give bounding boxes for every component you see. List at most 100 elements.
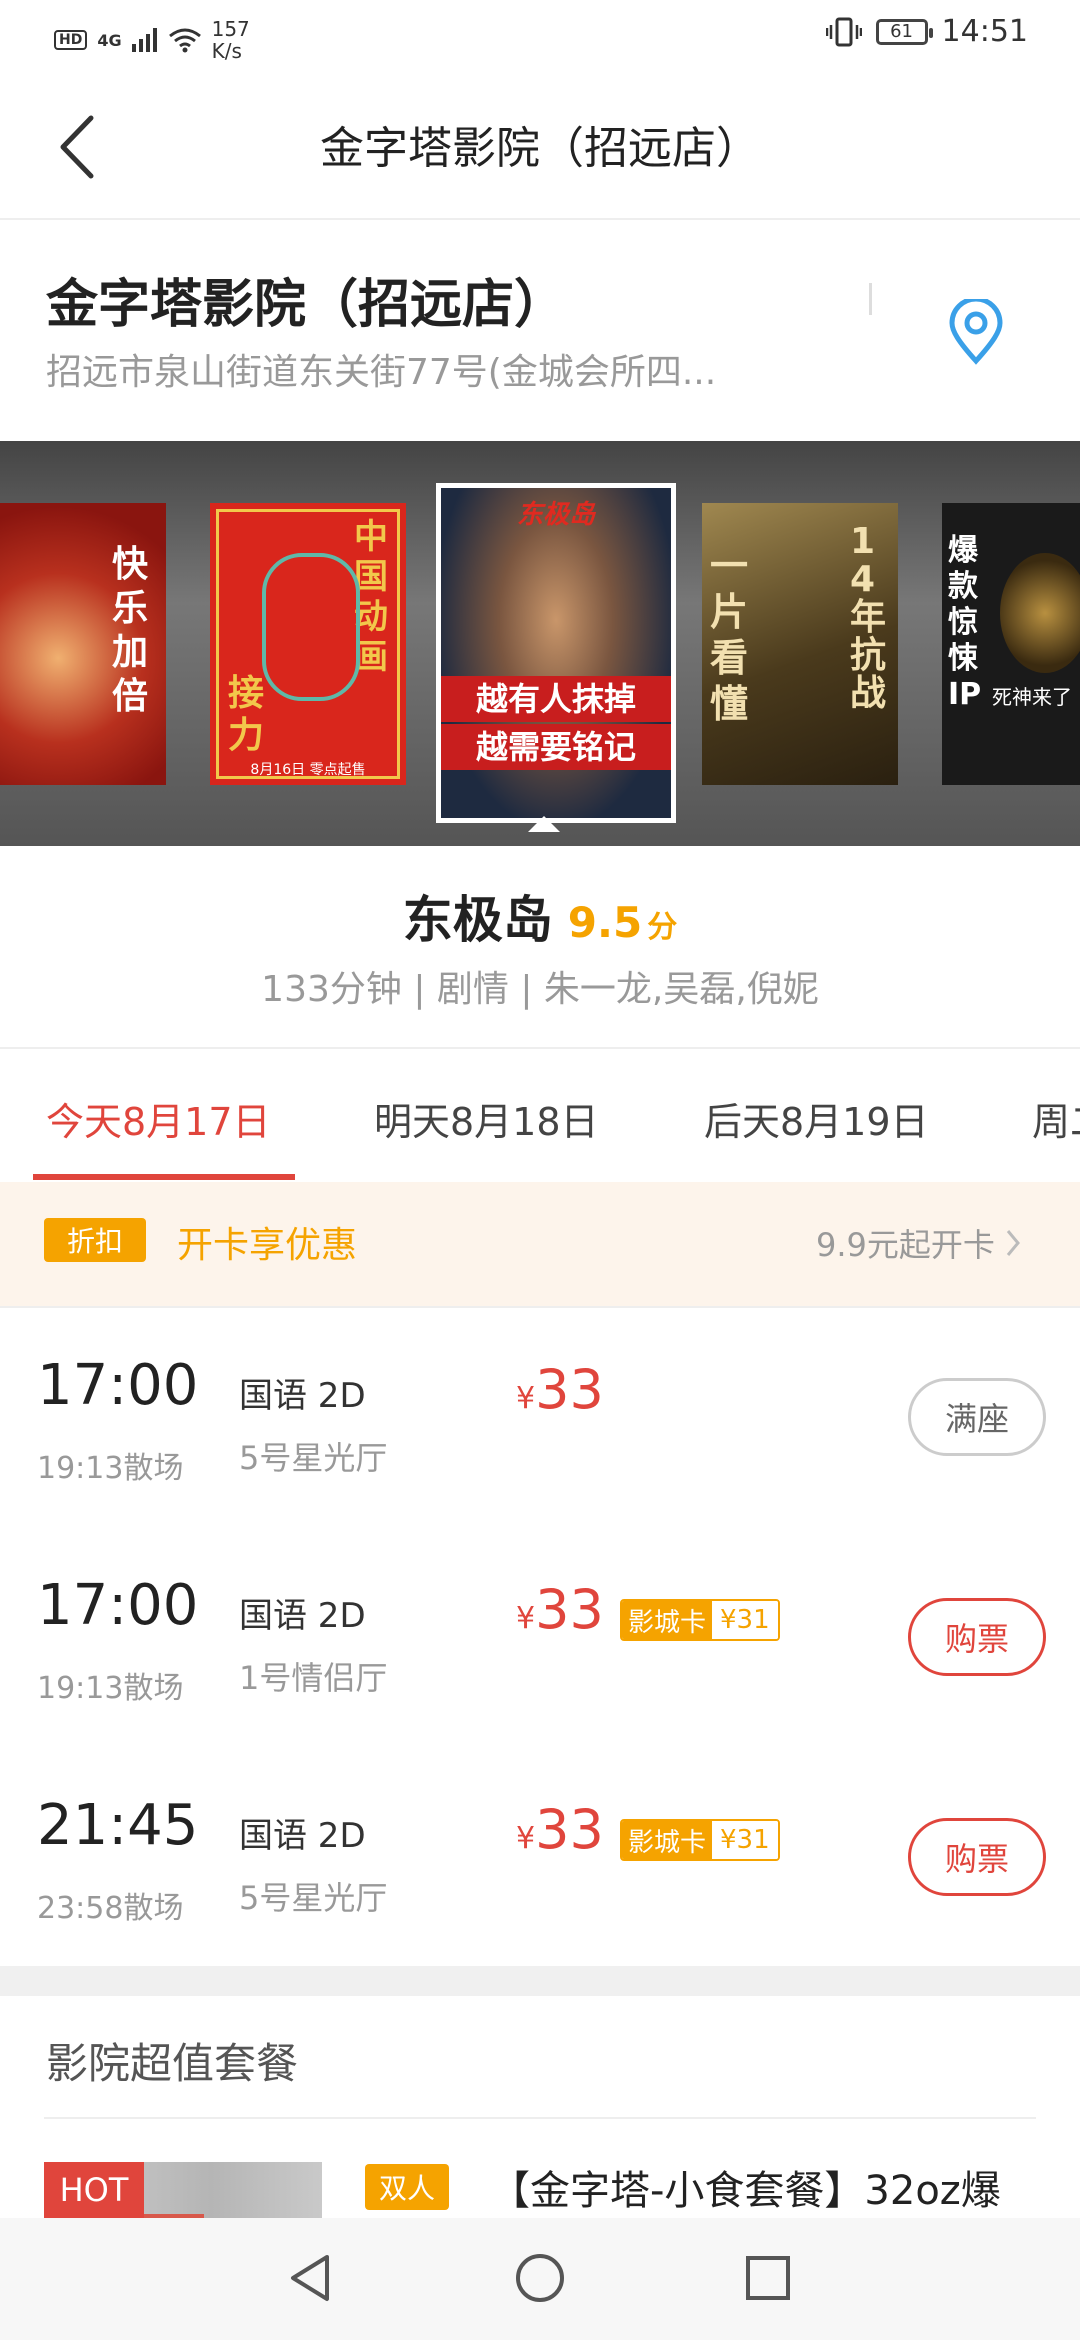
movie-score-unit: 分 bbox=[647, 910, 678, 945]
price-value: 33 bbox=[535, 1798, 604, 1861]
system-back-button[interactable] bbox=[280, 2248, 340, 2308]
system-home-button[interactable] bbox=[510, 2248, 570, 2308]
poster-text-b: 接力 bbox=[228, 673, 265, 756]
card-label: 影城卡 bbox=[622, 1821, 713, 1859]
poster-text-a: 中国动画 bbox=[354, 517, 388, 677]
promo-link-text: 9.9元起开卡 bbox=[816, 1226, 995, 1264]
poster-decoration bbox=[262, 553, 360, 701]
movie-title: 东极岛 bbox=[402, 891, 553, 949]
price-value: 33 bbox=[535, 1578, 604, 1641]
buy-ticket-button[interactable]: 购票 bbox=[908, 1818, 1046, 1896]
showtime-hall: 5号星光厅 bbox=[239, 1439, 388, 1477]
combo-section-title: 影院超值套餐 bbox=[46, 2039, 299, 2088]
poster-kangzhan[interactable]: 一片看懂 14年抗战 bbox=[702, 503, 898, 785]
showtime-end: 19:13散场 bbox=[37, 1671, 184, 1706]
price-value: 33 bbox=[535, 1358, 604, 1421]
poster-text: 快乐加倍 bbox=[112, 544, 149, 717]
movie-score: 9.5 bbox=[567, 898, 643, 947]
poster-date: 8月16日 零点起售 bbox=[250, 762, 366, 778]
poster-kuaile[interactable]: 快乐加倍 bbox=[0, 503, 166, 785]
wifi-icon bbox=[168, 28, 201, 53]
showtime-language: 国语 2D bbox=[239, 1816, 366, 1856]
currency-symbol: ¥ bbox=[516, 1601, 536, 1636]
currency-symbol: ¥ bbox=[516, 1821, 536, 1856]
showtime-price: ¥33 bbox=[516, 1358, 604, 1421]
showtime-price: ¥33 bbox=[516, 1798, 604, 1861]
status-left: HD 4G 157 K/s bbox=[54, 18, 250, 62]
poster-text: 爆款惊悚IP bbox=[948, 533, 982, 712]
square-recents-icon bbox=[746, 2256, 790, 2300]
showtime-language: 国语 2D bbox=[239, 1596, 366, 1636]
poster-left-text: 一片看懂 bbox=[710, 544, 749, 726]
cinema-address[interactable]: 招远市泉山街道东关街77号(金城会所四... bbox=[46, 343, 766, 395]
tab-tuesday[interactable]: 周二 bbox=[1032, 1091, 1080, 1146]
tab-day-after[interactable]: 后天8月19日 bbox=[704, 1091, 929, 1146]
poster-decoration bbox=[1000, 553, 1080, 673]
nav-bar: 金字塔影院（招远店） bbox=[0, 72, 1080, 220]
showtime-hall: 1号情侣厅 bbox=[239, 1659, 388, 1697]
hd-indicator: HD bbox=[54, 30, 88, 50]
poster-donghua[interactable]: 中国动画 接力 8月16日 零点起售 bbox=[210, 503, 406, 785]
showtime-start: 21:45 bbox=[37, 1793, 199, 1858]
poster-shenlai[interactable]: 爆款惊悚IP 死神来了 bbox=[942, 503, 1080, 785]
signal-icon bbox=[131, 28, 157, 52]
showtime-row[interactable]: 17:00 19:13散场 国语 2D 1号情侣厅 ¥33 影城卡 ¥31 购票 bbox=[0, 1528, 1080, 1750]
movie-meta: 133分钟 | 剧情 | 朱一龙,吴磊,倪妮 bbox=[261, 969, 819, 1010]
showtime-price: ¥33 bbox=[516, 1578, 604, 1641]
clock: 14:51 bbox=[941, 14, 1028, 49]
poster-dongjidao-selected[interactable]: 东极岛 越有人抹掉 越需要铭记 bbox=[436, 483, 676, 823]
system-nav-bar bbox=[0, 2218, 1080, 2340]
promo-text: 开卡享优惠 bbox=[177, 1225, 358, 1266]
triangle-back-icon bbox=[291, 2255, 329, 2301]
vertical-divider bbox=[869, 283, 872, 315]
sold-out-button[interactable]: 满座 bbox=[908, 1378, 1046, 1456]
status-bar: HD 4G 157 K/s 61 14:51 bbox=[0, 0, 1080, 72]
system-recents-button[interactable] bbox=[738, 2248, 798, 2308]
network-speed-value: 157 bbox=[211, 17, 250, 41]
poster-subtext: 死神来了 bbox=[992, 685, 1072, 709]
tab-today[interactable]: 今天8月17日 bbox=[46, 1091, 271, 1146]
network-indicator: 4G bbox=[97, 30, 122, 50]
showtime-end: 23:58散场 bbox=[37, 1891, 184, 1926]
cinema-name: 金字塔影院（招远店） bbox=[46, 275, 567, 335]
poster-line2: 越需要铭记 bbox=[441, 724, 671, 770]
movie-title-row: 东极岛 9.5 分 bbox=[0, 880, 1080, 952]
active-tab-underline bbox=[33, 1174, 295, 1180]
showtime-hall: 5号星光厅 bbox=[239, 1879, 388, 1917]
battery-icon: 61 bbox=[875, 18, 933, 45]
showtime-language: 国语 2D bbox=[239, 1376, 366, 1416]
showtime-end: 19:13散场 bbox=[37, 1451, 184, 1486]
circle-home-icon bbox=[516, 2254, 564, 2302]
currency-symbol: ¥ bbox=[516, 1381, 536, 1416]
card-price-badge: 影城卡 ¥31 bbox=[620, 1819, 780, 1861]
poster-line1: 越有人抹掉 bbox=[441, 676, 671, 722]
poster-carousel[interactable]: 快乐加倍 中国动画 接力 8月16日 零点起售 东极岛 越有人抹掉 越需要铭记 … bbox=[0, 441, 1080, 846]
divider bbox=[44, 2117, 1036, 2119]
section-gap bbox=[0, 1966, 1080, 1996]
page-title: 金字塔影院（招远店） bbox=[320, 123, 760, 174]
combo-name[interactable]: 【金字塔-小食套餐】32oz爆 bbox=[490, 2158, 1050, 2216]
combo-tag: 双人 bbox=[365, 2164, 449, 2210]
vibrate-icon bbox=[825, 17, 862, 46]
network-speed: 157 K/s bbox=[212, 18, 250, 62]
buy-ticket-button[interactable]: 购票 bbox=[908, 1598, 1046, 1676]
showtime-start: 17:00 bbox=[37, 1573, 199, 1638]
date-tabs: 今天8月17日 明天8月18日 后天8月19日 周二 bbox=[0, 1047, 1080, 1184]
poster-right-text: 14年抗战 bbox=[850, 521, 887, 714]
showtime-row[interactable]: 17:00 19:13散场 国语 2D 5号星光厅 ¥33 满座 bbox=[0, 1308, 1080, 1530]
card-price-badge: 影城卡 ¥31 bbox=[620, 1599, 780, 1641]
tab-tomorrow[interactable]: 明天8月18日 bbox=[374, 1091, 599, 1146]
showtime-start: 17:00 bbox=[37, 1353, 199, 1418]
network-speed-unit: K/s bbox=[211, 39, 242, 63]
promo-link[interactable]: 9.9元起开卡 bbox=[816, 1220, 1021, 1266]
status-right: 61 14:51 bbox=[825, 14, 1028, 49]
poster-banner: 东极岛 bbox=[516, 500, 595, 530]
card-price: ¥31 bbox=[712, 1821, 778, 1859]
showtime-row[interactable]: 21:45 23:58散场 国语 2D 5号星光厅 ¥33 影城卡 ¥31 购票 bbox=[0, 1748, 1080, 1970]
selected-poster-indicator bbox=[528, 816, 560, 832]
card-price: ¥31 bbox=[712, 1601, 778, 1639]
location-button[interactable] bbox=[940, 296, 1012, 368]
hot-badge: HOT bbox=[44, 2162, 144, 2218]
promo-badge: 折扣 bbox=[44, 1218, 146, 1262]
chevron-right-icon bbox=[1006, 1230, 1020, 1256]
